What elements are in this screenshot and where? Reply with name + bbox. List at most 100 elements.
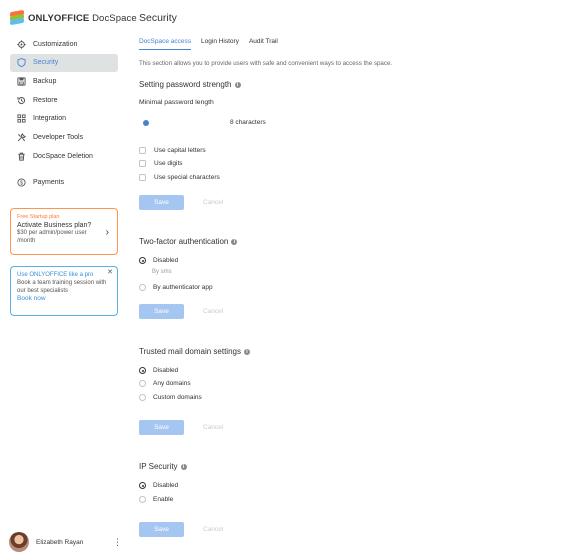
two-factor-title: Two-factor authentication bbox=[139, 237, 229, 246]
trusted-domain-title: Trusted mail domain settings bbox=[139, 347, 241, 356]
onlyoffice-logo-icon bbox=[10, 9, 24, 26]
radio-label: Custom domains bbox=[153, 393, 202, 401]
tfa-actions: Save Cancel bbox=[139, 304, 223, 319]
info-icon[interactable]: i bbox=[243, 348, 250, 355]
cancel-button[interactable]: Cancel bbox=[203, 526, 223, 533]
save-button[interactable]: Save bbox=[139, 522, 184, 537]
checkbox-box[interactable] bbox=[139, 173, 146, 181]
user-profile[interactable]: Elizabeth Rayan ⋮ bbox=[9, 532, 122, 552]
checkbox-label: Use capital letters bbox=[154, 147, 206, 154]
radio-dot[interactable] bbox=[139, 367, 146, 374]
info-icon[interactable]: i bbox=[180, 463, 187, 470]
dollar-icon: $ bbox=[16, 178, 26, 188]
cancel-button[interactable]: Cancel bbox=[203, 199, 223, 206]
slider-thumb[interactable] bbox=[143, 120, 149, 126]
domain-any-radio[interactable]: Any domains bbox=[139, 379, 191, 388]
floppy-icon bbox=[16, 76, 26, 86]
domain-custom-radio[interactable]: Custom domains bbox=[139, 393, 202, 402]
sidebar-item-label: Customization bbox=[33, 40, 78, 48]
restore-icon bbox=[16, 95, 26, 105]
radio-label: Disabled bbox=[153, 257, 179, 264]
promo-plan-tag: Free Startup plan bbox=[17, 214, 60, 220]
tfa-by-sms-option: By sms bbox=[152, 269, 172, 275]
logo-brand-light: DocSpace bbox=[89, 12, 137, 24]
sidebar-item-integration[interactable]: Integration bbox=[10, 110, 118, 128]
grid-icon bbox=[16, 114, 26, 124]
logo-text: ONLYOFFICE DocSpace bbox=[28, 13, 137, 24]
ip-actions: Save Cancel bbox=[139, 522, 223, 537]
shield-icon bbox=[16, 58, 26, 68]
sidebar-item-backup[interactable]: Backup bbox=[10, 72, 118, 90]
tab-audit-trail[interactable]: Audit Trail bbox=[249, 38, 278, 50]
sidebar-item-payments[interactable]: $ Payments bbox=[10, 174, 118, 192]
sidebar-item-docspace-deletion[interactable]: DocSpace Deletion bbox=[10, 147, 118, 165]
password-actions: Save Cancel bbox=[139, 195, 223, 210]
section-description: This section allows you to provide users… bbox=[139, 60, 393, 67]
radio-dot[interactable] bbox=[139, 380, 146, 387]
tfa-authenticator-radio[interactable]: By authenticator app bbox=[139, 283, 213, 292]
two-factor-heading: Two-factor authentication i bbox=[139, 237, 238, 246]
radio-label: Enable bbox=[153, 495, 174, 503]
chevron-right-icon[interactable]: › bbox=[106, 227, 109, 238]
save-button[interactable]: Save bbox=[139, 304, 184, 319]
checkbox-box[interactable] bbox=[139, 160, 146, 167]
tools-icon bbox=[16, 132, 26, 142]
promo-price: $30 per admin/power user /month bbox=[17, 230, 87, 244]
password-length-value: 8 characters bbox=[230, 119, 266, 126]
capital-letters-checkbox[interactable]: Use capital letters bbox=[139, 146, 206, 155]
more-options-icon[interactable]: ⋮ bbox=[113, 538, 122, 547]
tab-docspace-access[interactable]: DocSpace access bbox=[139, 38, 192, 50]
radio-dot[interactable] bbox=[139, 495, 146, 503]
ip-security-title: IP Security bbox=[139, 462, 178, 471]
save-button[interactable]: Save bbox=[139, 195, 184, 210]
close-icon[interactable]: ✕ bbox=[107, 268, 113, 276]
domain-actions: Save Cancel bbox=[139, 420, 223, 435]
app-logo[interactable]: ONLYOFFICE DocSpace bbox=[10, 9, 137, 26]
radio-dot[interactable] bbox=[139, 284, 146, 291]
sidebar: ONLYOFFICE DocSpace Customization Securi… bbox=[0, 0, 137, 560]
info-icon[interactable]: i bbox=[231, 238, 238, 245]
sidebar-item-restore[interactable]: Restore bbox=[10, 91, 118, 109]
user-name: Elizabeth Rayan bbox=[36, 538, 84, 546]
info-icon[interactable]: i bbox=[234, 81, 241, 88]
sidebar-item-label: Integration bbox=[33, 115, 67, 123]
password-strength-heading: Setting password strength i bbox=[139, 80, 241, 89]
business-plan-promo[interactable]: Free Startup plan Activate Business plan… bbox=[10, 208, 118, 255]
svg-text:$: $ bbox=[20, 181, 23, 187]
sidebar-item-developer-tools[interactable]: Developer Tools bbox=[10, 128, 118, 146]
trusted-domain-heading: Trusted mail domain settings i bbox=[139, 347, 250, 356]
gear-icon bbox=[16, 39, 26, 49]
sidebar-item-label: Payments bbox=[33, 179, 65, 187]
radio-dot[interactable] bbox=[139, 393, 146, 401]
page-title: Security bbox=[139, 12, 177, 24]
password-strength-title: Setting password strength bbox=[139, 80, 232, 89]
ip-enable-radio[interactable]: Enable bbox=[139, 495, 173, 504]
checkbox-box[interactable] bbox=[139, 147, 146, 154]
radio-dot[interactable] bbox=[139, 482, 146, 489]
tab-login-history[interactable]: Login History bbox=[201, 38, 239, 50]
checkbox-label: Use digits bbox=[154, 160, 183, 167]
promo-description: Book a team training session with our be… bbox=[17, 280, 107, 294]
security-tabs: DocSpace access Login History Audit Trai… bbox=[139, 38, 288, 50]
avatar[interactable] bbox=[9, 532, 29, 552]
password-length-slider[interactable] bbox=[143, 119, 223, 127]
domain-disabled-radio[interactable]: Disabled bbox=[139, 366, 178, 375]
radio-dot[interactable] bbox=[139, 257, 146, 264]
sidebar-item-label: Security bbox=[33, 59, 59, 67]
promo-heading: Use ONLYOFFICE like a pro bbox=[17, 272, 94, 278]
min-length-label: Minimal password length bbox=[139, 99, 214, 106]
special-characters-checkbox[interactable]: Use special characters bbox=[139, 173, 220, 182]
cancel-button[interactable]: Cancel bbox=[203, 308, 223, 315]
sidebar-item-label: Developer Tools bbox=[33, 133, 84, 141]
sidebar-item-customization[interactable]: Customization bbox=[10, 35, 118, 53]
tfa-disabled-radio[interactable]: Disabled bbox=[139, 256, 178, 265]
save-button[interactable]: Save bbox=[139, 420, 184, 435]
ip-disabled-radio[interactable]: Disabled bbox=[139, 481, 178, 490]
ip-security-heading: IP Security i bbox=[139, 462, 187, 471]
radio-label: Disabled bbox=[153, 367, 179, 374]
digits-checkbox[interactable]: Use digits bbox=[139, 159, 183, 168]
sidebar-item-security[interactable]: Security bbox=[10, 53, 118, 72]
cancel-button[interactable]: Cancel bbox=[203, 424, 223, 431]
radio-label: Disabled bbox=[153, 482, 179, 489]
book-now-link[interactable]: Book now bbox=[17, 295, 111, 302]
